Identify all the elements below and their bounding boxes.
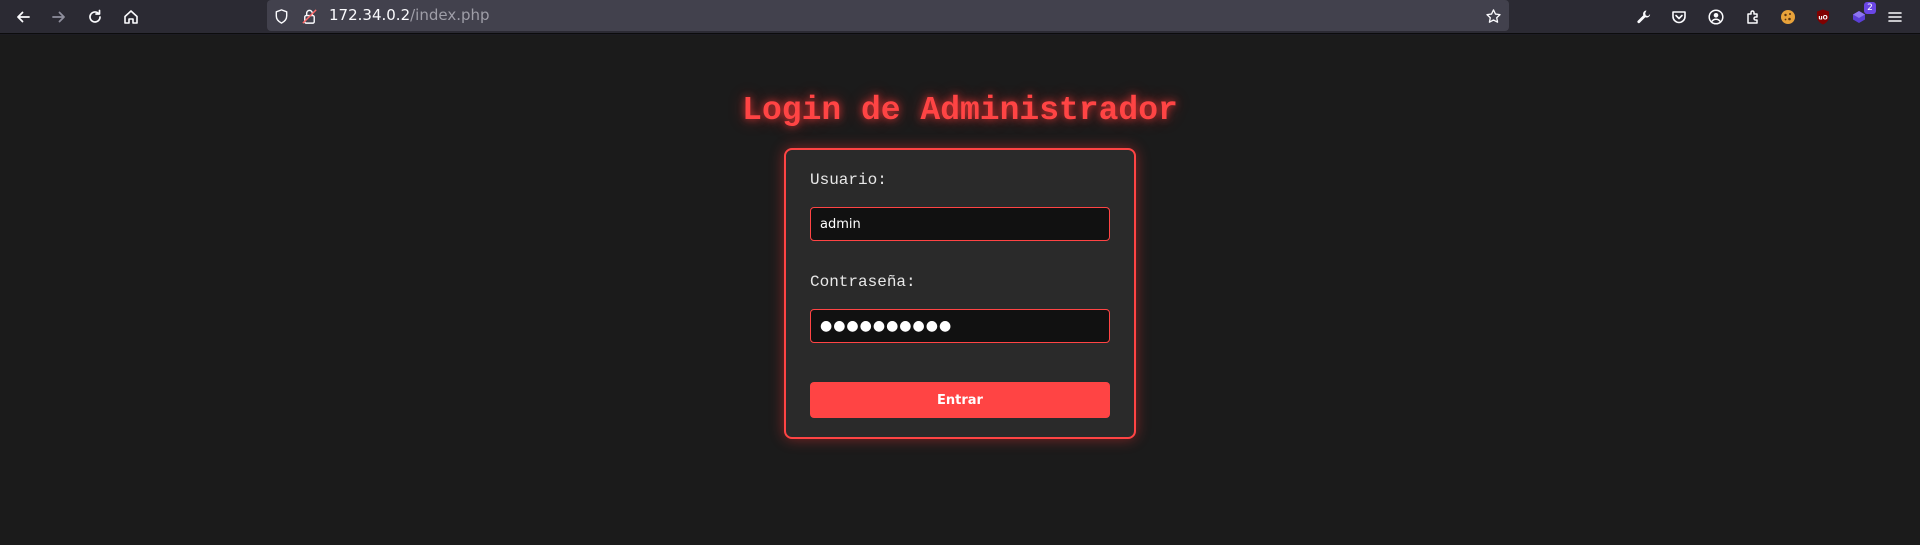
hamburger-menu-icon [1888,12,1902,22]
username-label: Usuario: [810,171,887,189]
puzzle-icon [1747,10,1758,24]
ublock-extension-button[interactable]: uO [1810,4,1836,30]
page-content: Login de Administrador Usuario: Contrase… [0,35,1920,545]
login-form: Usuario: Contraseña: Entrar [784,148,1136,439]
insecure-lock-icon[interactable] [300,7,318,25]
star-icon[interactable] [1484,7,1502,25]
page-title: Login de Administrador [742,92,1178,129]
submit-button[interactable]: Entrar [810,382,1110,418]
forward-button[interactable] [46,4,72,30]
extensions-button[interactable] [1740,4,1766,30]
url-host: 172.34.0.2 [329,6,411,24]
extension-badge: 2 [1864,2,1876,14]
reload-button[interactable] [82,4,108,30]
home-icon [124,10,138,24]
browser-toolbar: 172.34.0.2/index.php uO 2 [0,0,1920,34]
cookie-icon [1781,10,1795,24]
purple-extension-button[interactable]: 2 [1846,2,1876,30]
url-bar[interactable]: 172.34.0.2/index.php [267,0,1509,31]
url-text[interactable]: 172.34.0.2/index.php [329,6,490,24]
pocket-button[interactable] [1666,4,1692,30]
password-label: Contraseña: [810,273,916,291]
back-button[interactable] [10,4,36,30]
shield-icon[interactable] [272,7,290,25]
pocket-icon [1672,11,1686,24]
home-button[interactable] [118,4,144,30]
url-path: /index.php [410,6,490,24]
account-icon [1708,9,1724,25]
password-input[interactable] [810,309,1110,343]
ublock-icon: uO [1817,9,1829,25]
account-button[interactable] [1703,4,1729,30]
tools-button[interactable] [1631,4,1657,30]
reload-icon [89,9,101,23]
cookie-extension-button[interactable] [1775,4,1801,30]
wrench-icon [1637,10,1651,24]
forward-arrow-icon [52,11,65,23]
menu-button[interactable] [1882,4,1908,30]
back-arrow-icon [17,11,30,23]
svg-text:uO: uO [1818,15,1827,22]
username-input[interactable] [810,207,1110,241]
